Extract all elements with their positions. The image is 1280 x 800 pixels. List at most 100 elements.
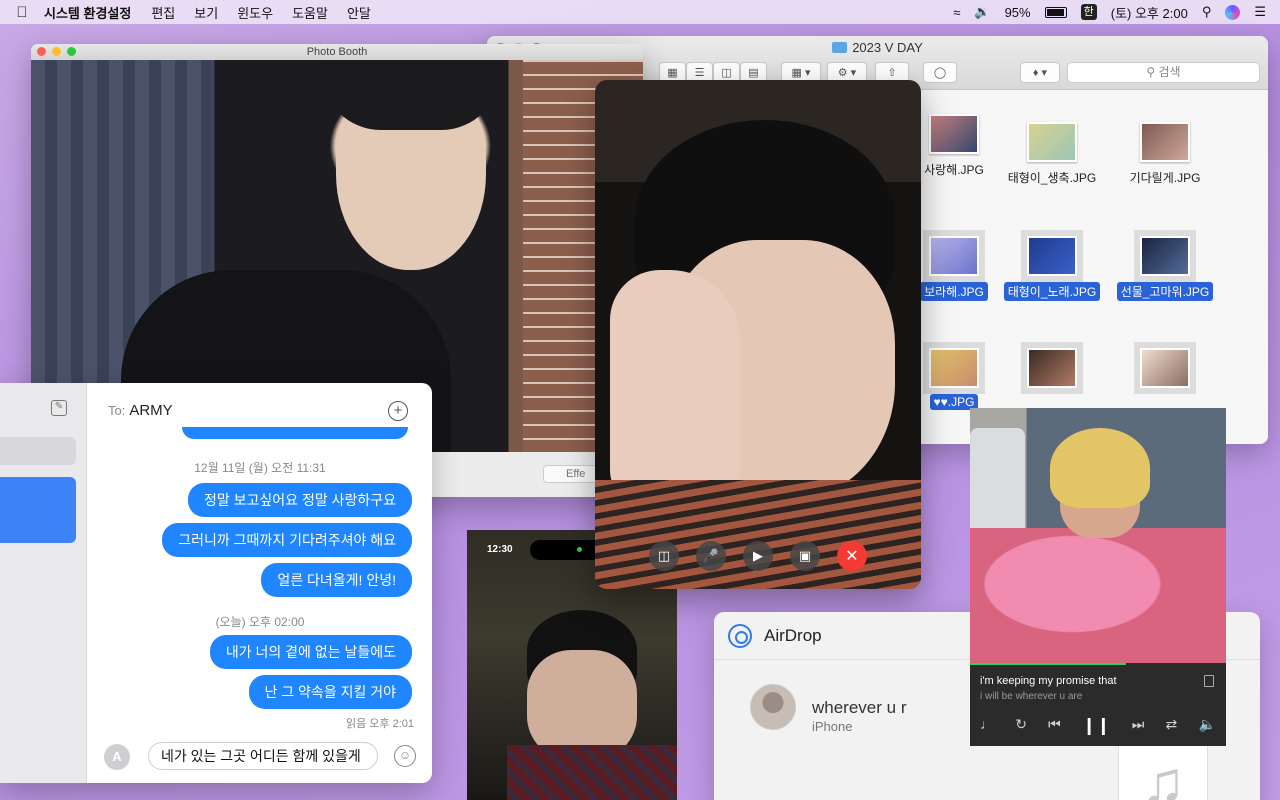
messages-window: ✎ To: ARMY + 12월 11일 (월) 오전 11:31 정말 보고싶… bbox=[0, 383, 432, 783]
message-bubble[interactable]: 정말 보고싶어요 정말 사랑하구요 bbox=[188, 483, 412, 517]
menubar-status-area: ≈ 🔉 95% 한 (토) 오후 2:00 ⚲ ☰ bbox=[953, 3, 1280, 22]
shuffle-icon[interactable]: ⇄ bbox=[1166, 716, 1178, 736]
conversation-list-item[interactable] bbox=[0, 437, 76, 465]
menu-edit[interactable]: 편집 bbox=[151, 3, 175, 22]
repeat-icon[interactable]: ↻ bbox=[1015, 716, 1027, 736]
photo-booth-titlebar: Photo Booth bbox=[31, 44, 643, 60]
thread-timestamp: (오늘) 오후 02:00 bbox=[215, 615, 305, 629]
battery-percent: 95% bbox=[1004, 4, 1031, 20]
music-note-icon: ♫ bbox=[1118, 742, 1208, 800]
sidebar-icon[interactable]: ◫ bbox=[649, 541, 679, 571]
dropbox-icon[interactable]: ♦ ▾ bbox=[1020, 62, 1060, 83]
message-bubble[interactable]: 얼른 다녀올게! 안녕! bbox=[261, 563, 412, 597]
next-track-icon[interactable]: ⏭ bbox=[1132, 716, 1145, 736]
pink-shirt bbox=[970, 528, 1226, 668]
phone-status-time: 12:30 bbox=[487, 544, 513, 555]
to-label: To: bbox=[108, 402, 126, 418]
control-center-icon[interactable]: ☰ bbox=[1254, 4, 1266, 20]
volume-icon[interactable]: 🔉 bbox=[974, 4, 990, 20]
file-thumbnail bbox=[1134, 342, 1196, 394]
menu-help[interactable]: 도움말 bbox=[292, 3, 328, 22]
file-thumbnail bbox=[1027, 122, 1077, 162]
playback-progress-bar[interactable] bbox=[970, 663, 1127, 665]
previous-track-icon[interactable]: ⏮ bbox=[1048, 716, 1061, 736]
airdrop-icon bbox=[728, 623, 752, 648]
person-hair bbox=[1050, 428, 1150, 508]
finder-search-input[interactable]: ⚲ 검색 bbox=[1067, 62, 1260, 83]
menu-window[interactable]: 윈도우 bbox=[237, 3, 273, 22]
file-item[interactable] bbox=[997, 342, 1107, 394]
compose-icon[interactable]: ✎ bbox=[51, 400, 67, 416]
file-thumbnail bbox=[923, 342, 985, 394]
striped-shirt bbox=[595, 480, 921, 589]
message-bubble[interactable]: 난 그 약속을 지킬 거야 bbox=[248, 675, 412, 709]
minimize-button[interactable] bbox=[52, 47, 61, 56]
screen-share-icon[interactable]: ▣ bbox=[790, 541, 820, 571]
file-name: 기다릴게.JPG bbox=[1129, 171, 1201, 185]
file-thumbnail bbox=[1134, 230, 1196, 282]
file-thumbnail bbox=[1140, 122, 1190, 162]
wifi-icon[interactable]: ≈ bbox=[953, 5, 960, 20]
file-thumbnail bbox=[923, 230, 985, 282]
message-bubble[interactable]: 그러니까 그때까지 기다려주셔야 해요 bbox=[162, 523, 412, 557]
person-hair bbox=[321, 60, 501, 130]
menu-extra[interactable]: 안달 bbox=[347, 3, 371, 22]
photo-booth-window-controls bbox=[37, 47, 76, 56]
message-input[interactable]: 네가 있는 그곳 어디든 함께 있을게 bbox=[148, 742, 378, 770]
file-thumbnail bbox=[1021, 230, 1083, 282]
emoji-icon[interactable]: ☺ bbox=[394, 745, 416, 767]
folder-icon bbox=[832, 42, 848, 53]
conversation-sidebar: ✎ bbox=[0, 383, 87, 783]
file-name: 태형이_생축.JPG bbox=[1007, 171, 1097, 185]
input-source-badge[interactable]: 한 bbox=[1080, 4, 1097, 20]
message-bubble bbox=[182, 427, 408, 439]
person-hand bbox=[610, 270, 740, 510]
music-player-card: i'm keeping my promise that i will be wh… bbox=[970, 408, 1226, 746]
airdrop-device-name[interactable]: wherever u r bbox=[812, 698, 906, 718]
file-name: 보라해.JPG bbox=[920, 282, 988, 301]
thread-timestamp: 12월 11일 (월) 오전 11:31 bbox=[194, 461, 326, 475]
battery-icon[interactable] bbox=[1044, 6, 1067, 18]
app-menu[interactable]: 시스템 환경설정 bbox=[44, 3, 131, 22]
now-playing-bar: i'm keeping my promise that i will be wh… bbox=[970, 663, 1226, 746]
apple-menu-icon[interactable]:  bbox=[0, 4, 44, 21]
volume-icon[interactable]: 🔈 bbox=[1199, 716, 1216, 736]
microphone-icon[interactable]: 🎤 bbox=[696, 541, 726, 571]
file-name: 사랑해.JPG bbox=[924, 163, 984, 177]
pause-icon[interactable]: ❙❙ bbox=[1082, 716, 1111, 736]
menubar-clock[interactable]: (토) 오후 2:00 bbox=[1111, 3, 1188, 22]
end-call-icon[interactable]: ✕ bbox=[837, 541, 867, 571]
app-store-icon[interactable]: A bbox=[104, 744, 130, 770]
file-thumbnail bbox=[929, 114, 979, 154]
file-item[interactable] bbox=[1110, 342, 1220, 394]
playback-controls: ♩ ↻ ⏮ ❙❙ ⏭ ⇄ 🔈 bbox=[980, 716, 1216, 736]
message-thread: 12월 11일 (월) 오전 11:31 정말 보고싶어요 정말 사랑하구요 그… bbox=[88, 427, 432, 739]
facetime-controls: ◫ 🎤 ▶ ▣ ✕ bbox=[595, 541, 921, 571]
airdrop-device-type: iPhone bbox=[812, 719, 853, 734]
add-recipient-icon[interactable]: + bbox=[388, 401, 408, 421]
close-button[interactable] bbox=[37, 47, 46, 56]
zoom-button[interactable] bbox=[67, 47, 76, 56]
message-compose-bar: A 네가 있는 그곳 어디든 함께 있을게 ☺ bbox=[88, 739, 432, 783]
airdrop-title: AirDrop bbox=[764, 625, 822, 645]
message-bubble[interactable]: 내가 너의 곁에 없는 날들에도 bbox=[209, 635, 412, 669]
conversation-list-item-selected[interactable] bbox=[0, 477, 76, 543]
menu-view[interactable]: 보기 bbox=[194, 3, 218, 22]
lyrics-icon[interactable] bbox=[1204, 675, 1214, 687]
video-camera-icon[interactable]: ▶ bbox=[743, 541, 773, 571]
recipient-name[interactable]: ARMY bbox=[129, 402, 172, 419]
read-receipt: 읽음 오후 2:01 bbox=[345, 718, 414, 730]
tag-icon[interactable]: ◯ bbox=[923, 62, 957, 83]
track-title: i'm keeping my promise that bbox=[980, 675, 1117, 687]
file-item[interactable]: 태형이_생축.JPG bbox=[997, 122, 1107, 187]
photo-booth-title: Photo Booth bbox=[306, 46, 368, 58]
siri-icon[interactable] bbox=[1225, 4, 1241, 20]
file-item[interactable]: 기다릴게.JPG bbox=[1110, 122, 1220, 187]
person-face bbox=[527, 650, 637, 760]
spotlight-search-icon[interactable]: ⚲ bbox=[1202, 4, 1212, 20]
avatar[interactable] bbox=[750, 684, 796, 730]
add-to-library-icon[interactable]: ♩ bbox=[980, 716, 994, 736]
file-item[interactable]: 선물_고마워.JPG bbox=[1110, 230, 1220, 301]
file-item[interactable]: 태형이_노래.JPG bbox=[997, 230, 1107, 301]
scarf bbox=[507, 745, 677, 800]
